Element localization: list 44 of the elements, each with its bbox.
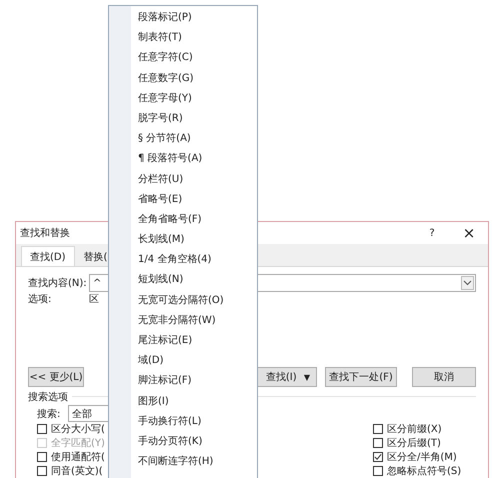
section-title: 搜索选项 bbox=[28, 390, 68, 404]
checkbox[interactable] bbox=[37, 424, 47, 434]
menu-item[interactable]: 段落标记(P) bbox=[109, 8, 257, 28]
menu-item[interactable]: 脱字号(R) bbox=[109, 108, 257, 130]
menu-item[interactable]: 任意数字(G) bbox=[109, 68, 257, 89]
checkbox-option[interactable]: 同音(英文)( bbox=[37, 464, 105, 478]
help-button[interactable]: ? bbox=[422, 228, 442, 238]
menu-item[interactable]: 分栏符(U) bbox=[109, 170, 257, 190]
tab[interactable]: 查找(D) bbox=[21, 246, 75, 266]
menu-item[interactable]: 不间断连字符(H) bbox=[109, 452, 257, 472]
menu-item[interactable]: 图形(I) bbox=[109, 392, 257, 412]
window-title: 查找和替换 bbox=[20, 226, 70, 240]
menu-item[interactable]: 无宽非分隔符(W) bbox=[109, 310, 257, 331]
checkbox[interactable] bbox=[373, 452, 383, 462]
menu-item[interactable]: 任意字符(C) bbox=[109, 48, 257, 69]
checkbox[interactable] bbox=[373, 424, 383, 434]
dialog-button[interactable]: 查找下一处(F) bbox=[325, 367, 397, 387]
menu-item[interactable]: 手动换行符(L) bbox=[109, 412, 257, 432]
menu-item[interactable]: § 分节符(A) bbox=[109, 129, 257, 150]
checkbox-option[interactable]: 区分大小写( bbox=[37, 422, 105, 436]
dialog-button[interactable]: << 更少(L) bbox=[28, 367, 84, 387]
checkbox[interactable] bbox=[373, 466, 383, 476]
checkbox-option[interactable]: 区分前缀(X) bbox=[373, 422, 473, 436]
menu-item[interactable]: 尾注标记(E) bbox=[109, 331, 257, 352]
menu-item[interactable]: 全角省略号(F) bbox=[109, 210, 257, 230]
checkbox-option[interactable]: 忽略标点符号(S) bbox=[373, 464, 473, 478]
menu-item[interactable]: 任意字母(Y) bbox=[109, 88, 257, 109]
menu-item[interactable]: 手动分页符(K) bbox=[109, 432, 257, 452]
checkbox-option[interactable]: 区分后缀(T) bbox=[373, 436, 473, 450]
menu-item[interactable]: 省略号(E) bbox=[109, 190, 257, 210]
checkbox[interactable] bbox=[37, 466, 47, 476]
options-label: 选项: bbox=[28, 292, 52, 306]
close-button[interactable]: × bbox=[460, 224, 478, 242]
dialog-button[interactable]: 取消 bbox=[412, 367, 476, 387]
search-label: 搜索: bbox=[37, 408, 62, 420]
checkbox-option[interactable]: 使用通配符( bbox=[37, 450, 105, 464]
menu-item[interactable]: ¶ 段落符号(A) bbox=[109, 149, 257, 170]
options-text: 区 bbox=[89, 292, 99, 306]
checkbox[interactable] bbox=[373, 438, 383, 448]
menu-item[interactable]: 制表符(T) bbox=[109, 28, 257, 48]
find-label: 查找内容(N): bbox=[28, 276, 88, 290]
menu-item[interactable]: 无宽可选分隔符(O) bbox=[109, 290, 257, 311]
checkbox[interactable] bbox=[37, 452, 47, 462]
checkbox-option[interactable]: 区分全/半角(M) bbox=[373, 450, 473, 464]
